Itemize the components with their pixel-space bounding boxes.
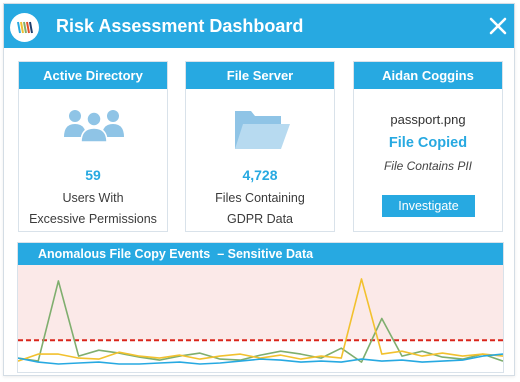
investigate-button[interactable]: Investigate	[382, 195, 475, 217]
file-name: passport.png	[390, 112, 466, 127]
dashboard-title: Risk Assessment Dashboard	[56, 16, 304, 36]
files-description-line2: GDPR Data	[227, 212, 293, 226]
card-header: Aidan Coggins	[354, 62, 502, 89]
file-server-card: File Server 4,728 Files Containing GDPR …	[185, 61, 335, 232]
users-count: 59	[85, 167, 101, 183]
users-description-line2: Excessive Permissions	[29, 212, 157, 226]
alert-zone	[18, 265, 503, 341]
chart-plot	[18, 265, 503, 365]
file-note: File Contains PII	[383, 159, 473, 173]
chart-title: Anomalous File Copy Events – Sensitive D…	[18, 243, 503, 265]
users-description-line1: Users With	[62, 191, 124, 205]
card-header: Active Directory	[19, 62, 167, 89]
files-description-line1: Files Containing	[215, 191, 305, 205]
company-logo-icon	[10, 13, 39, 42]
anomalous-events-chart: Anomalous File Copy Events – Sensitive D…	[17, 242, 504, 373]
users-group-icon	[62, 107, 126, 148]
card-header: File Server	[186, 62, 334, 89]
folder-icon	[233, 105, 291, 156]
close-icon[interactable]	[487, 15, 509, 37]
active-directory-card: Active Directory 59 Users With Excessive…	[18, 61, 168, 232]
file-status: File Copied	[388, 135, 468, 151]
title-bar: Risk Assessment Dashboard	[4, 4, 514, 48]
user-alert-card: Aidan Coggins passport.png File Copied F…	[353, 61, 503, 232]
dashboard-window: Risk Assessment Dashboard Active Directo…	[3, 3, 515, 376]
files-count: 4,728	[242, 167, 278, 183]
